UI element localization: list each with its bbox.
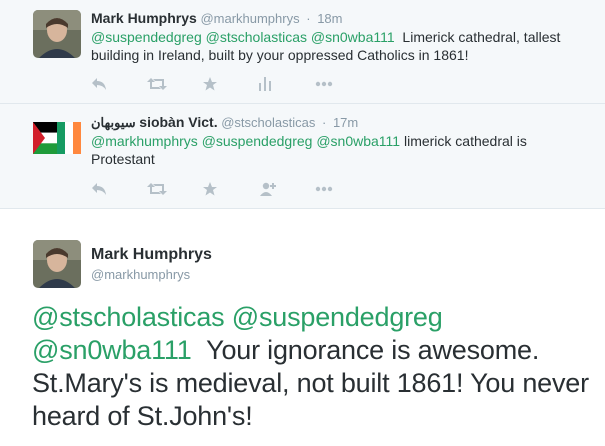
handle[interactable]: @markhumphrys <box>200 11 299 26</box>
tweet-header: Mark Humphrys @markhumphrys · 18m <box>91 10 343 27</box>
favorite-icon[interactable] <box>203 75 259 93</box>
display-name[interactable]: Mark Humphrys <box>91 10 197 26</box>
tweet-text: @stscholasticas @suspendedgreg @sn0wba11… <box>32 301 592 433</box>
avatar[interactable] <box>33 10 81 58</box>
mention-link[interactable]: @stscholasticas <box>32 302 225 332</box>
timestamp[interactable]: 18m <box>317 11 342 26</box>
tweet-actions <box>91 180 371 198</box>
timestamp[interactable]: 17m <box>333 115 358 130</box>
mention-link[interactable]: @sn0wba111 <box>32 335 192 365</box>
mention-link[interactable]: @sn0wba111 <box>316 133 400 149</box>
mention-link[interactable]: @markhumphrys <box>91 133 198 149</box>
more-icon[interactable] <box>315 75 371 93</box>
stats-icon[interactable] <box>259 75 315 93</box>
mention-link[interactable]: @suspendedgreg <box>202 133 313 149</box>
reply-tweet-2[interactable]: سيوبهان siobàn Vict. @stscholasticas · 1… <box>0 104 605 208</box>
mention-link[interactable]: @sn0wba111 <box>311 29 395 45</box>
main-tweet: Mark Humphrys @markhumphrys @stscholasti… <box>0 209 605 446</box>
flag-avatar-icon[interactable] <box>33 122 81 154</box>
mention-link[interactable]: @stscholasticas <box>206 29 307 45</box>
reply-icon[interactable] <box>91 75 147 93</box>
tweet-text: @markhumphrys @suspendedgreg @sn0wba111 … <box>91 132 581 168</box>
display-name[interactable]: siobàn Vict. <box>139 114 217 130</box>
tweet-actions <box>91 75 371 93</box>
avatar[interactable] <box>33 240 81 288</box>
retweet-icon[interactable] <box>147 75 203 93</box>
retweet-icon[interactable] <box>147 180 203 198</box>
mention-link[interactable]: @suspendedgreg <box>91 29 202 45</box>
more-icon[interactable] <box>315 180 371 198</box>
reply-thread: Mark Humphrys @markhumphrys · 18m @suspe… <box>0 0 605 209</box>
reply-icon[interactable] <box>91 180 147 198</box>
favorite-icon[interactable] <box>203 180 259 198</box>
display-name-arabic[interactable]: سيوبهان <box>91 115 136 130</box>
tweet-text: @suspendedgreg @stscholasticas @sn0wba11… <box>91 28 581 64</box>
display-name[interactable]: Mark Humphrys <box>91 246 212 264</box>
mention-link[interactable]: @suspendedgreg <box>232 302 443 332</box>
reply-tweet-1[interactable]: Mark Humphrys @markhumphrys · 18m @suspe… <box>0 0 605 104</box>
follow-icon[interactable] <box>259 180 315 198</box>
separator-dot: · <box>306 11 311 26</box>
separator-dot: · <box>321 115 327 130</box>
handle[interactable]: @markhumphrys <box>91 267 190 282</box>
tweet-header: سيوبهان siobàn Vict. @stscholasticas · 1… <box>91 114 358 131</box>
handle[interactable]: @stscholasticas <box>221 115 315 130</box>
